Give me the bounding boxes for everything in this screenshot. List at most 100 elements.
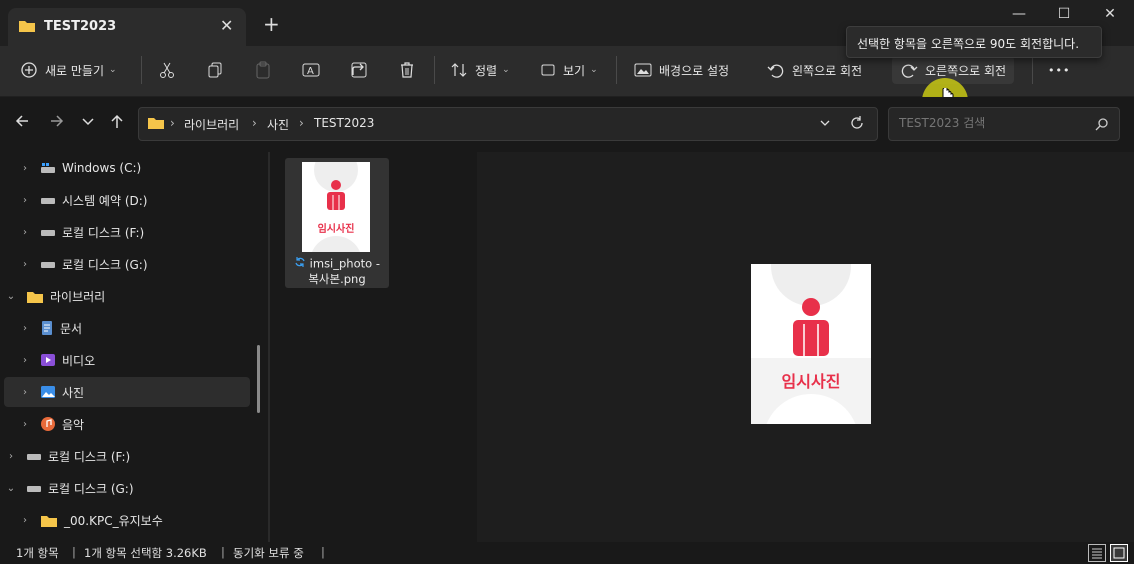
tab-test2023[interactable]: TEST2023 ✕ bbox=[8, 8, 246, 46]
breadcrumb-separator: › bbox=[299, 116, 304, 130]
sidebar-item-music[interactable]: › 음악 bbox=[18, 409, 264, 439]
details-view-icon[interactable] bbox=[1088, 544, 1106, 562]
forward-arrow-icon[interactable] bbox=[49, 113, 65, 133]
rotate-left-icon bbox=[767, 64, 784, 78]
toolbar-divider bbox=[1032, 56, 1033, 84]
drive-icon bbox=[40, 227, 56, 237]
chevron-right-icon[interactable]: › bbox=[18, 195, 32, 206]
sync-pending-icon bbox=[294, 256, 306, 272]
sidebar-item-local-disk-f-root[interactable]: › 로컬 디스크 (F:) bbox=[4, 441, 250, 471]
refresh-icon[interactable] bbox=[850, 116, 864, 133]
search-input[interactable] bbox=[897, 115, 1081, 131]
new-label: 새로 만들기 bbox=[45, 63, 105, 78]
copy-icon bbox=[208, 62, 222, 78]
sidebar-item-windows-c[interactable]: › Windows (C:) bbox=[18, 153, 264, 183]
file-item-imsi-photo[interactable]: 임시사진 imsi_photo - 복사본.png bbox=[285, 158, 389, 288]
pictures-icon bbox=[40, 384, 56, 400]
status-separator: | bbox=[72, 545, 76, 559]
sidebar-item-label: 음악 bbox=[62, 417, 85, 432]
sidebar-item-system-reserved-d[interactable]: › 시스템 예약 (D:) bbox=[18, 185, 264, 215]
chevron-right-icon[interactable]: › bbox=[18, 259, 32, 270]
sidebar-item-videos[interactable]: › 비디오 bbox=[18, 345, 264, 375]
sidebar-item-local-disk-f[interactable]: › 로컬 디스크 (F:) bbox=[18, 217, 264, 247]
paste-button[interactable] bbox=[254, 56, 279, 84]
file-name-line2: 복사본.png bbox=[308, 272, 366, 286]
breadcrumb-separator: › bbox=[170, 116, 175, 130]
maximize-button[interactable]: ☐ bbox=[1042, 6, 1086, 28]
chevron-right-icon[interactable]: › bbox=[18, 515, 32, 526]
chevron-down-icon: ⌄ bbox=[109, 65, 117, 75]
cut-button[interactable] bbox=[158, 56, 183, 84]
sidebar-item-label: 사진 bbox=[62, 385, 85, 400]
windows-drive-icon bbox=[40, 162, 56, 174]
rotate-left-button[interactable]: 왼쪽으로 회전 bbox=[767, 56, 862, 84]
rename-button[interactable]: A bbox=[302, 56, 327, 84]
minimize-button[interactable]: — bbox=[997, 6, 1041, 28]
chevron-right-icon[interactable]: › bbox=[18, 387, 32, 398]
delete-button[interactable] bbox=[398, 56, 423, 84]
drive-icon bbox=[26, 483, 42, 493]
scissors-icon bbox=[160, 62, 174, 78]
rotate-left-label: 왼쪽으로 회전 bbox=[792, 63, 863, 78]
toolbar-divider bbox=[141, 56, 142, 84]
share-button[interactable] bbox=[350, 56, 375, 84]
breadcrumb-test2023[interactable]: TEST2023 bbox=[314, 116, 374, 130]
recent-locations-chevron-icon[interactable] bbox=[81, 113, 95, 133]
chevron-down-icon: ⌄ bbox=[590, 65, 598, 75]
up-arrow-icon[interactable] bbox=[109, 113, 125, 133]
status-bar: 1개 항목 | 1개 항목 선택함 3.26KB | 동기화 보류 중 | bbox=[0, 542, 1134, 564]
drive-icon bbox=[40, 195, 56, 205]
breadcrumb-library[interactable]: 라이브러리 bbox=[184, 116, 239, 133]
search-box[interactable] bbox=[888, 107, 1120, 141]
chevron-right-icon[interactable]: › bbox=[18, 163, 32, 174]
sidebar-item-label: 라이브러리 bbox=[50, 289, 106, 304]
sidebar-item-kpc-maintenance[interactable]: › _00.KPC_유지보수 bbox=[18, 505, 264, 535]
sidebar-item-label: 시스템 예약 (D:) bbox=[62, 193, 148, 208]
drive-icon bbox=[26, 451, 42, 461]
sidebar-item-pictures[interactable]: › 사진 bbox=[4, 377, 250, 407]
chevron-right-icon[interactable]: › bbox=[4, 451, 18, 462]
set-background-label: 배경으로 설정 bbox=[659, 63, 730, 78]
sidebar-item-documents[interactable]: › 문서 bbox=[18, 313, 264, 343]
breadcrumb-separator: › bbox=[252, 116, 257, 130]
back-arrow-icon[interactable] bbox=[14, 113, 30, 133]
search-icon[interactable] bbox=[1095, 117, 1109, 134]
sidebar-item-local-disk-g[interactable]: › 로컬 디스크 (G:) bbox=[18, 249, 264, 279]
video-icon bbox=[40, 352, 56, 368]
sidebar-item-label: Windows (C:) bbox=[62, 161, 142, 175]
close-window-button[interactable]: ✕ bbox=[1088, 6, 1132, 28]
new-tab-button[interactable]: + bbox=[263, 14, 280, 34]
address-bar[interactable]: › 라이브러리 › 사진 › TEST2023 bbox=[138, 107, 878, 141]
sort-button[interactable]: 정렬 ⌄ bbox=[450, 56, 510, 84]
chevron-right-icon[interactable]: › bbox=[18, 323, 32, 334]
folder-icon bbox=[147, 115, 165, 133]
view-button[interactable]: 보기 ⌄ bbox=[540, 56, 598, 84]
sidebar-item-label: 로컬 디스크 (G:) bbox=[62, 257, 148, 272]
large-icons-view-icon[interactable] bbox=[1110, 544, 1128, 562]
breadcrumb-pictures[interactable]: 사진 bbox=[267, 116, 289, 133]
plus-circle-icon bbox=[21, 62, 37, 78]
chevron-down-icon[interactable]: ⌄ bbox=[4, 483, 18, 494]
toolbar-divider bbox=[616, 56, 617, 84]
more-options-button[interactable]: ••• bbox=[1048, 56, 1070, 84]
item-count: 1개 항목 bbox=[16, 546, 59, 560]
folder-icon bbox=[18, 18, 36, 36]
chevron-right-icon[interactable]: › bbox=[18, 419, 32, 430]
chevron-down-icon[interactable]: ⌄ bbox=[4, 291, 18, 302]
tab-close-icon[interactable]: ✕ bbox=[220, 16, 233, 35]
sidebar-scrollbar[interactable] bbox=[257, 345, 260, 413]
chevron-right-icon[interactable]: › bbox=[18, 355, 32, 366]
sort-label: 정렬 bbox=[475, 63, 498, 78]
new-button[interactable]: 새로 만들기 ⌄ bbox=[20, 56, 117, 84]
tooltip-text: 선택한 항목을 오른쪽으로 90도 회전합니다. bbox=[857, 37, 1080, 51]
drive-icon bbox=[40, 259, 56, 269]
chevron-right-icon[interactable]: › bbox=[18, 227, 32, 238]
address-dropdown-icon[interactable] bbox=[819, 117, 831, 132]
sync-status: 동기화 보류 중 bbox=[233, 546, 304, 560]
sidebar-item-libraries[interactable]: ⌄ 라이브러리 bbox=[4, 281, 250, 311]
set-background-button[interactable]: 배경으로 설정 bbox=[634, 56, 729, 84]
copy-button[interactable] bbox=[206, 56, 231, 84]
sidebar-item-local-disk-g-root[interactable]: ⌄ 로컬 디스크 (G:) bbox=[4, 473, 250, 503]
music-icon bbox=[40, 416, 56, 432]
folder-icon bbox=[26, 289, 44, 304]
